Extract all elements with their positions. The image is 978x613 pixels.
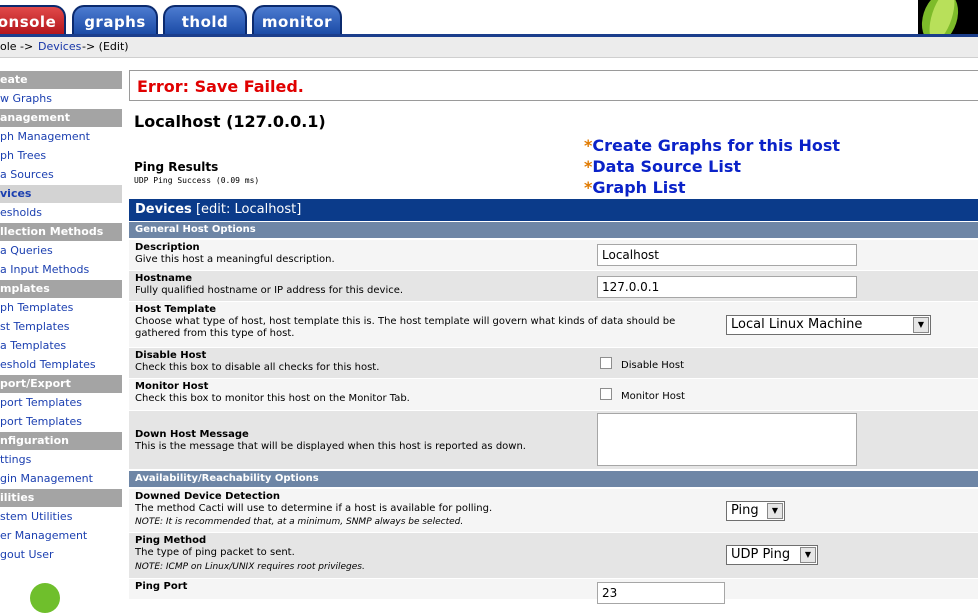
- menu-section-header: llection Methods: [0, 223, 122, 242]
- breadcrumb-devices[interactable]: Devices: [38, 37, 81, 57]
- menu-section-header: mplates: [0, 280, 122, 299]
- chevron-down-icon[interactable]: ▼: [800, 547, 816, 563]
- field-label: Description: [135, 242, 200, 253]
- description-input[interactable]: Localhost: [597, 244, 857, 266]
- down-host-message-textarea[interactable]: [597, 413, 857, 466]
- ping-results-title: Ping Results: [134, 160, 219, 174]
- downed-detection-select[interactable]: Ping ▼: [726, 501, 785, 521]
- menu-item[interactable]: st Templates: [0, 318, 122, 337]
- field-label: Ping Port: [135, 581, 188, 592]
- monitor-host-checkbox-label: Monitor Host: [621, 391, 685, 402]
- create-graphs-label[interactable]: Create Graphs for this Host: [592, 136, 840, 155]
- field-description: The type of ping packet to sent.: [135, 547, 295, 558]
- monitor-host-checkbox[interactable]: [600, 388, 612, 400]
- hostname-input[interactable]: 127.0.0.1: [597, 276, 857, 298]
- menu-section-header: anagement: [0, 109, 122, 128]
- field-description: The method Cacti will use to determine i…: [135, 503, 493, 514]
- section-general-host-options: General Host Options: [129, 222, 978, 238]
- menu-item[interactable]: stem Utilities: [0, 508, 122, 527]
- field-description: Choose what type of host, host template …: [135, 316, 676, 339]
- select-value: Ping: [731, 503, 759, 518]
- section-title: General Host Options: [135, 224, 256, 235]
- menu-item[interactable]: vices: [0, 185, 122, 204]
- graph-list-link[interactable]: *Graph List: [584, 178, 685, 197]
- field-label: Host Template: [135, 304, 217, 315]
- ping-port-input[interactable]: 23: [597, 582, 725, 604]
- breadcrumb-console[interactable]: ole ->: [0, 37, 33, 57]
- host-template-select[interactable]: Local Linux Machine ▼: [726, 315, 931, 335]
- chevron-down-icon[interactable]: ▼: [913, 317, 929, 333]
- menu-section-header: port/Export: [0, 375, 122, 394]
- cacti-bottom-logo: [30, 583, 60, 613]
- menu-item[interactable]: ph Management: [0, 128, 122, 147]
- cacti-logo: [915, 0, 978, 37]
- disable-host-checkbox-label: Disable Host: [621, 360, 685, 371]
- tab-console[interactable]: onsole: [0, 5, 66, 35]
- ping-method-select[interactable]: UDP Ping ▼: [726, 545, 818, 565]
- field-note: NOTE: ICMP on Linux/UNIX requires root p…: [135, 562, 365, 572]
- menu-item[interactable]: a Queries: [0, 242, 122, 261]
- devices-title: Devices: [135, 202, 192, 217]
- field-note: NOTE: It is recommended that, at a minim…: [135, 517, 464, 527]
- menu-item[interactable]: a Templates: [0, 337, 122, 356]
- menu-item[interactable]: gin Management: [0, 470, 122, 489]
- menu-item[interactable]: ph Trees: [0, 147, 122, 166]
- section-availability-options: Availability/Reachability Options: [129, 471, 978, 487]
- menu-item[interactable]: a Input Methods: [0, 261, 122, 280]
- field-label: Disable Host: [135, 350, 207, 361]
- field-label: Hostname: [135, 273, 193, 284]
- row-ping-port: Ping Port: [129, 579, 978, 599]
- field-label: Monitor Host: [135, 381, 209, 392]
- data-source-list-label[interactable]: Data Source List: [592, 157, 741, 176]
- tab-graphs[interactable]: graphs: [72, 5, 158, 35]
- data-source-list-link[interactable]: *Data Source List: [584, 157, 741, 176]
- left-menu: eate w Graphs anagement ph Management ph Tre…: [0, 71, 122, 565]
- graph-list-label[interactable]: Graph List: [592, 178, 685, 197]
- menu-item[interactable]: port Templates: [0, 394, 122, 413]
- menu-item[interactable]: er Management: [0, 527, 122, 546]
- menu-item[interactable]: gout User: [0, 546, 122, 565]
- disable-host-checkbox[interactable]: [600, 357, 612, 369]
- tab-thold[interactable]: thold: [163, 5, 247, 35]
- top-navigation-bar: onsole graphs thold monitor: [0, 0, 978, 37]
- section-title: Availability/Reachability Options: [135, 473, 319, 484]
- menu-item[interactable]: a Sources: [0, 166, 122, 185]
- devices-header: Devices [edit: Localhost]: [129, 199, 978, 221]
- breadcrumb: ole -> Devices -> (Edit): [0, 37, 978, 58]
- host-title: Localhost (127.0.0.1): [134, 112, 326, 131]
- tab-monitor[interactable]: monitor: [252, 5, 342, 35]
- menu-section-header: ilities: [0, 489, 122, 508]
- breadcrumb-edit: -> (Edit): [82, 40, 129, 53]
- chevron-down-icon[interactable]: ▼: [767, 503, 783, 519]
- create-graphs-link[interactable]: *Create Graphs for this Host: [584, 136, 840, 155]
- menu-section-header: nfiguration: [0, 432, 122, 451]
- menu-item[interactable]: w Graphs: [0, 90, 122, 109]
- select-value: UDP Ping: [731, 547, 791, 562]
- row-ping-method: Ping Method The type of ping packet to s…: [129, 533, 978, 578]
- field-label: Down Host Message: [135, 429, 249, 440]
- error-message: Error: Save Failed.: [137, 77, 304, 96]
- select-value: Local Linux Machine: [731, 317, 863, 332]
- menu-item[interactable]: ph Templates: [0, 299, 122, 318]
- menu-item[interactable]: esholds: [0, 204, 122, 223]
- devices-subtitle: [edit: Localhost]: [195, 202, 302, 217]
- field-label: Downed Device Detection: [135, 491, 280, 502]
- row-disable-host: Disable Host Check this box to disable a…: [129, 348, 978, 378]
- field-label: Ping Method: [135, 535, 207, 546]
- menu-item[interactable]: eshold Templates: [0, 356, 122, 375]
- menu-section-header: eate: [0, 71, 122, 90]
- menu-item[interactable]: ttings: [0, 451, 122, 470]
- row-downed-device-detection: Downed Device Detection The method Cacti…: [129, 489, 978, 532]
- ping-result-text: UDP Ping Success (0.09 ms): [134, 176, 260, 185]
- row-monitor-host: Monitor Host Check this box to monitor t…: [129, 379, 978, 410]
- error-box: Error: Save Failed.: [129, 70, 978, 101]
- menu-item[interactable]: port Templates: [0, 413, 122, 432]
